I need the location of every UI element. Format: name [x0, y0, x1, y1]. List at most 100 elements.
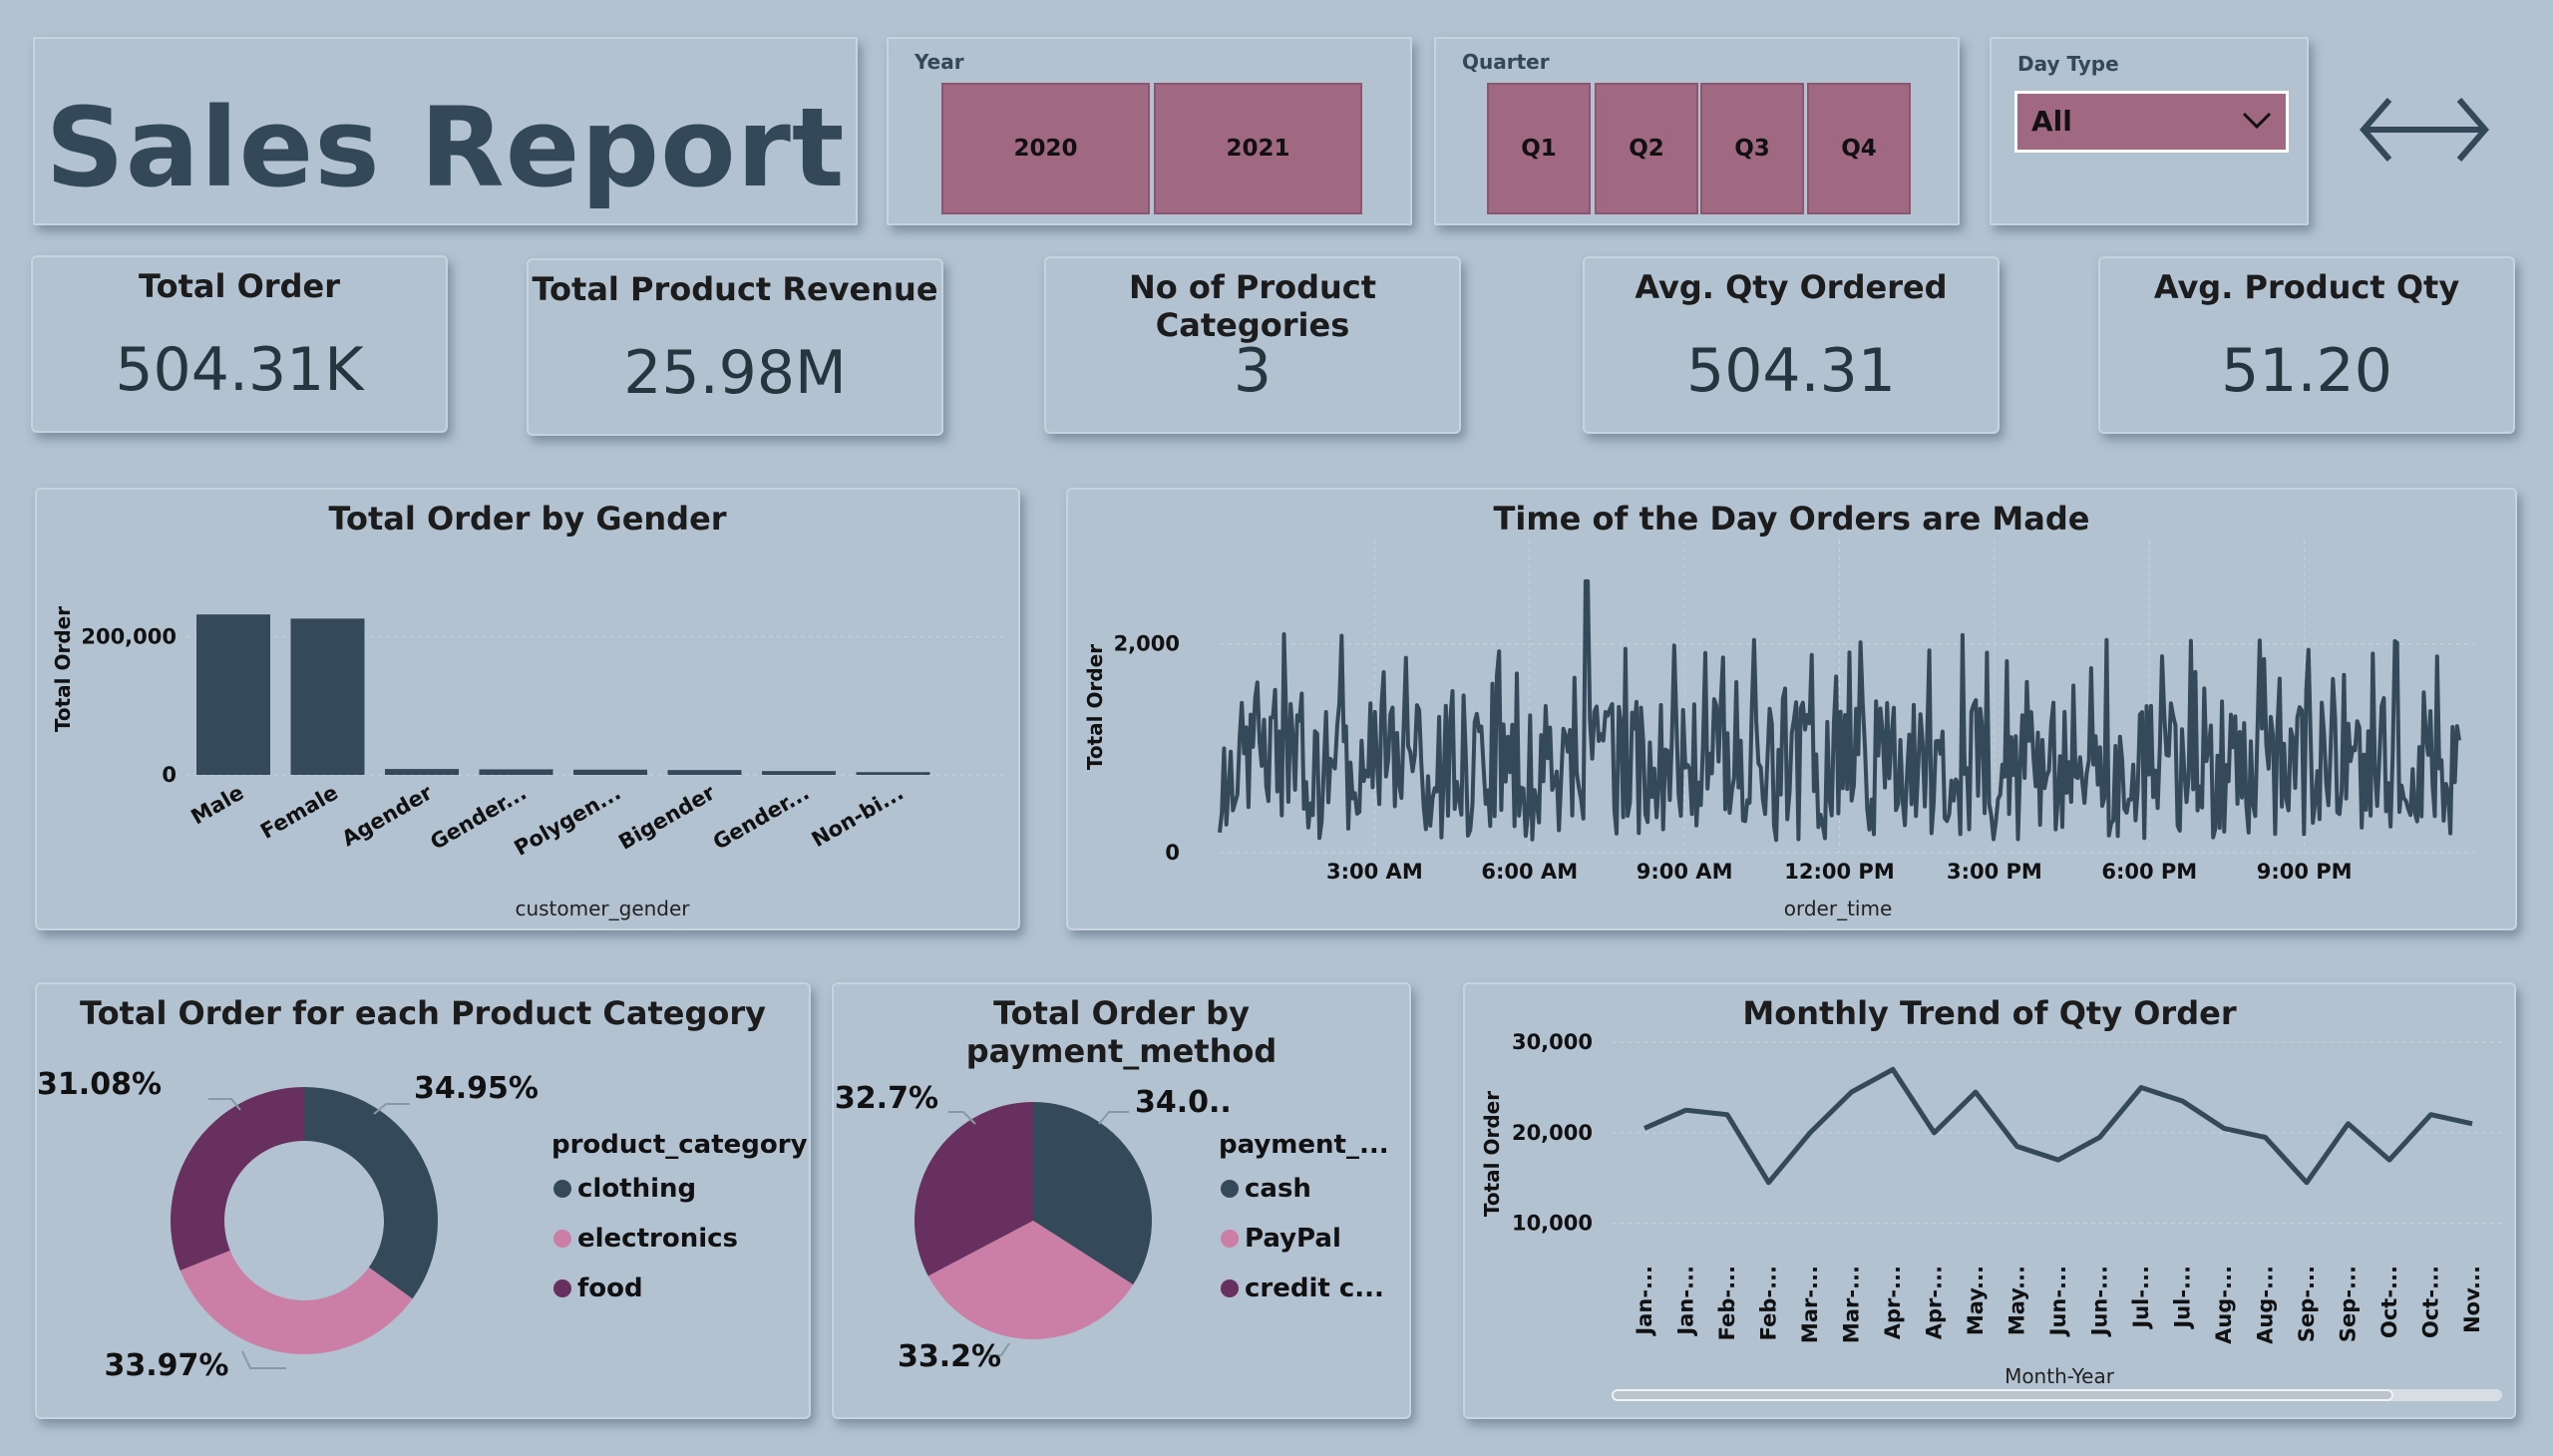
x-axis-title: customer_gender	[515, 897, 690, 920]
x-axis-title: order_time	[1784, 897, 1893, 920]
quarter-tile-q2[interactable]: Q2	[1595, 83, 1698, 214]
x-tick-label: Jan-...	[1633, 1266, 1656, 1337]
legend-dot	[553, 1230, 571, 1248]
kpi-card-total-order: Total Order 504.31K	[31, 255, 448, 433]
x-tick-label: Apr-...	[1923, 1266, 1947, 1339]
x-tick-label: 9:00 AM	[1637, 860, 1733, 884]
x-tick-label: 6:00 PM	[2101, 860, 2197, 884]
leader-line	[1098, 1111, 1129, 1125]
data-label: 33.2%	[898, 1339, 1001, 1374]
bar	[762, 771, 836, 775]
year-slicer-label: Year	[914, 50, 964, 74]
legend-item-paypal[interactable]: PayPal	[1221, 1224, 1341, 1254]
x-tick-label: Aug-...	[2212, 1266, 2236, 1344]
page-title: Sales Report	[45, 84, 846, 211]
x-tick-label: Jun-...	[2088, 1266, 2112, 1337]
category-donut-chart: 34.95% 33.97% 31.08%	[37, 1067, 539, 1383]
category-chart-card: Total Order for each Product Category 34…	[35, 982, 811, 1419]
day-type-slicer: Day Type All	[1990, 37, 2309, 225]
quarter-tile-q4[interactable]: Q4	[1807, 83, 1911, 214]
year-tile-2021[interactable]: 2021	[1154, 83, 1362, 214]
kpi-title: Avg. Qty Ordered	[1635, 268, 1948, 306]
x-tick-label: Apr-...	[1881, 1266, 1905, 1339]
kpi-value: 504.31	[1686, 336, 1896, 406]
bar	[196, 614, 270, 775]
x-tick-label: 6:00 AM	[1481, 860, 1578, 884]
x-tick-label: Oct-...	[2419, 1266, 2443, 1338]
y-tick-label: 0	[162, 763, 177, 787]
x-tick-label: Mar-...	[1798, 1266, 1822, 1343]
quarter-slicer-label: Quarter	[1462, 50, 1550, 74]
payment-pie-chart: 34.0... 33.2% 32.7%	[835, 1081, 1233, 1374]
horizontal-scrollbar-thumb[interactable]	[1612, 1389, 2393, 1401]
gender-chart-card: Total Order by Gender Total Order custom…	[35, 488, 1020, 930]
y-axis-title: Total Order	[51, 606, 75, 732]
x-tick-label: Oct-...	[2377, 1266, 2401, 1338]
x-tick-label: Non-bi...	[808, 781, 908, 853]
bar	[290, 618, 365, 775]
kpi-value: 504.31K	[115, 335, 364, 405]
year-tile-2020[interactable]: 2020	[941, 83, 1150, 214]
legend-item-electronics[interactable]: electronics	[553, 1224, 738, 1254]
x-tick-label: Sep-...	[2295, 1266, 2319, 1342]
x-tick-label: Sep-...	[2337, 1266, 2361, 1342]
time-chart-card: Time of the Day Orders are Made Total Or…	[1066, 488, 2517, 930]
x-axis-title: Month-Year	[2005, 1364, 2115, 1388]
payment-chart-card: Total Order by payment_method 34.0... 33.…	[832, 982, 1411, 1419]
x-tick-label: Mar-...	[1840, 1266, 1864, 1343]
y-tick-label: 20,000	[1512, 1121, 1593, 1145]
bar	[385, 769, 459, 775]
left-right-arrows-icon[interactable]	[2360, 95, 2489, 165]
kpi-title: Total Product Revenue	[532, 270, 938, 308]
data-label: 31.08%	[37, 1067, 162, 1102]
legend-dot	[553, 1279, 571, 1297]
legend-dot	[1221, 1180, 1239, 1198]
bar	[856, 772, 930, 775]
x-tick-label: 3:00 AM	[1326, 860, 1423, 884]
kpi-card-avg-qty-ordered: Avg. Qty Ordered 504.31	[1583, 256, 2000, 434]
kpi-title: Avg. Product Qty	[2153, 268, 2460, 306]
legend-label: PayPal	[1245, 1224, 1341, 1254]
legend-title: product_category	[551, 1130, 808, 1160]
legend-label: food	[577, 1274, 643, 1303]
legend-item-cash[interactable]: cash	[1221, 1174, 1311, 1204]
x-tick-label: May...	[1964, 1266, 1988, 1335]
legend-dot	[1221, 1279, 1239, 1297]
pie-slice	[304, 1087, 438, 1299]
series-line	[1642, 1066, 2473, 1186]
day-type-slicer-label: Day Type	[2017, 52, 2119, 76]
x-tick-label: Male	[187, 781, 248, 830]
x-tick-label: Jul-...	[2171, 1266, 2195, 1330]
x-tick-label: May...	[2006, 1266, 2029, 1335]
y-axis-title: Total Order	[1480, 1091, 1504, 1217]
data-label: 34.95%	[414, 1071, 539, 1106]
x-tick-label: Jul-...	[2129, 1266, 2153, 1330]
y-axis-title: Total Order	[1083, 644, 1107, 770]
x-tick-label: 12:00 PM	[1784, 860, 1894, 884]
quarter-tile-q3[interactable]: Q3	[1700, 83, 1804, 214]
x-tick-label: Polygen...	[511, 781, 625, 861]
y-tick-label: 0	[1165, 841, 1180, 865]
legend-item-credit-card[interactable]: credit c...	[1221, 1274, 1384, 1303]
data-label: 32.7%	[835, 1081, 938, 1116]
x-tick-label: Feb-...	[1715, 1266, 1739, 1340]
y-tick-label: 30,000	[1512, 1030, 1593, 1054]
day-type-dropdown[interactable]: All	[2014, 91, 2289, 153]
legend-item-food[interactable]: food	[553, 1274, 643, 1303]
y-tick-label: 10,000	[1512, 1212, 1593, 1236]
kpi-value: 51.20	[2221, 336, 2392, 406]
legend-dot	[1221, 1230, 1239, 1248]
kpi-card-product-categories: No of Product Categories 3	[1044, 256, 1461, 434]
chevron-down-icon	[2242, 112, 2272, 130]
x-tick-label: Jun-...	[2046, 1266, 2070, 1337]
data-label: 33.97%	[105, 1348, 229, 1383]
legend-label: credit c...	[1245, 1274, 1384, 1303]
y-tick-label: 200,000	[81, 624, 177, 648]
gender-bar-chart: Total Order customer_gender 0 200,000 Male…	[51, 606, 1009, 920]
pie-slice	[170, 1087, 304, 1271]
quarter-tile-q1[interactable]: Q1	[1487, 83, 1591, 214]
legend-item-clothing[interactable]: clothing	[553, 1174, 696, 1204]
bar	[573, 769, 647, 775]
data-label: 34.0...	[1135, 1085, 1233, 1120]
bar	[479, 769, 553, 775]
